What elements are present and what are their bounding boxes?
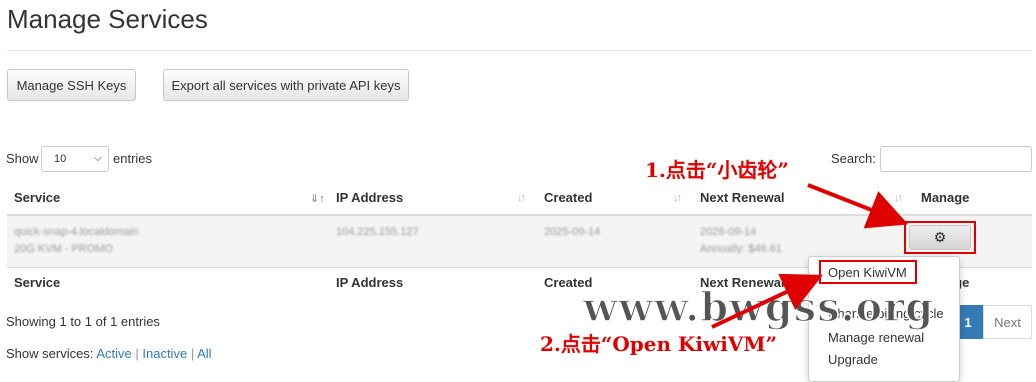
- annotation-arrows: [711, 183, 909, 329]
- arrow-to-kiwivm: [711, 273, 823, 329]
- arrow-to-gear: [807, 183, 909, 229]
